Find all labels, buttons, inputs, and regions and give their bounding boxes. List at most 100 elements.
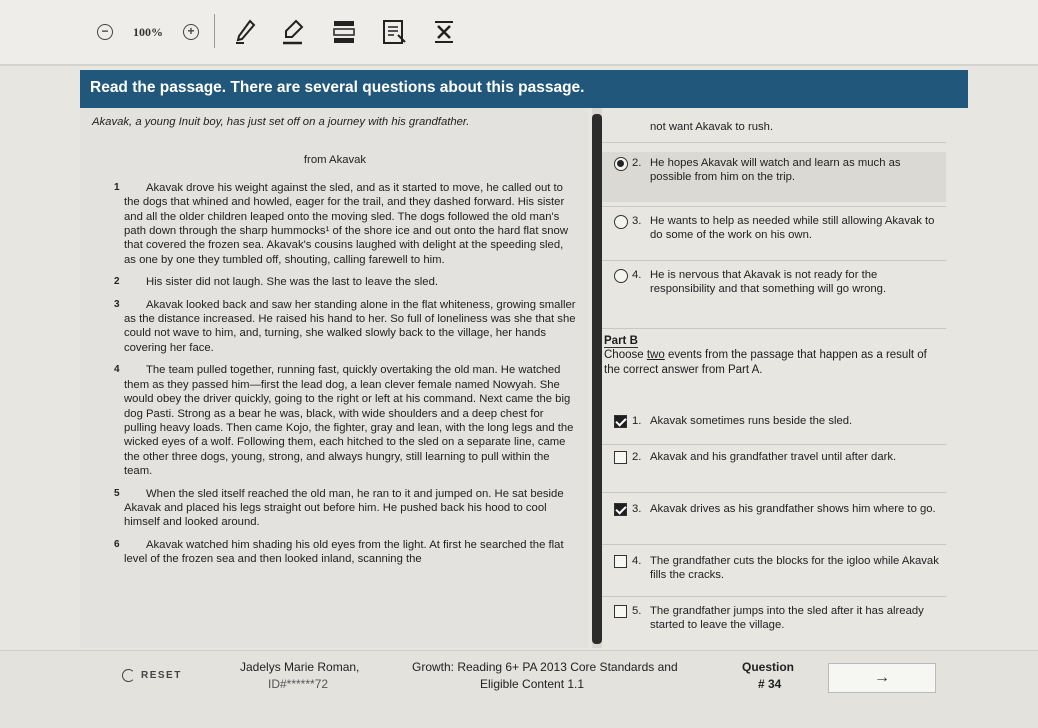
part-b-label-text: Part B [604,335,638,348]
passage-paragraph: 1 Akavak drove his weight against the sl… [92,181,578,267]
reset-icon [122,669,135,682]
plus-circle-icon: + [183,24,199,40]
checkbox[interactable] [614,605,627,618]
part-b-option-4[interactable]: 4. The grandfather cuts the blocks for t… [602,550,946,594]
part-b-prompt: Part B Choose two events from the passag… [602,334,946,377]
paragraph-number: 4 [114,364,120,376]
radio-button-selected[interactable] [614,157,628,171]
part-b-option-2[interactable]: 2. Akavak and his grandfather travel unt… [602,446,946,492]
test-screen: − 100% + Read the passage. There are sev… [0,0,1038,728]
scrollbar-thumb[interactable] [592,114,602,644]
option-divider [602,142,946,143]
part-b-option-5[interactable]: 5. The grandfather jumps into the sled a… [602,600,946,644]
option-text: The grandfather jumps into the sled afte… [650,605,924,632]
part-a-option-2[interactable]: 2. He hopes Akavak will watch and learn … [602,152,946,202]
footer-bar: RESET Jadelys Marie Roman, ID#******72 G… [0,650,1038,728]
part-b-label: Part B [604,334,946,348]
student-id: ID#******72 [268,677,329,691]
next-question-button[interactable]: → [828,663,936,693]
arrow-right-icon: → [874,669,890,686]
checkbox[interactable] [614,555,627,568]
option-number: 3. [632,503,642,515]
reset-label: RESET [141,670,182,681]
option-text: The grandfather cuts the blocks for the … [650,555,939,582]
question-number: # 34 [758,677,782,691]
option-number: 4. [632,269,642,281]
part-a-option-tail: not want Akavak to rush. [602,116,946,138]
notepad-tool-button[interactable] [376,18,412,46]
zoom-out-button[interactable]: − [94,18,116,46]
pen-icon [236,19,256,44]
answer-eliminator-button[interactable] [426,18,462,46]
paragraph-number: 5 [114,487,120,499]
paragraph-text: Akavak drove his weight against the sled… [124,181,568,266]
paragraph-text: When the sled itself reached the old man… [124,487,564,529]
option-number: 2. [632,451,642,463]
part-a-option-3[interactable]: 3. He wants to help as needed while stil… [602,210,946,260]
zoom-level-text: 100% [133,24,163,39]
question-pane[interactable]: not want Akavak to rush. 2. He hopes Aka… [602,108,968,648]
option-divider [602,596,946,597]
paragraph-number: 1 [114,181,120,193]
option-number: 2. [632,157,642,169]
passage-paragraph: 5 When the sled itself reached the old m… [92,487,578,530]
paragraph-text: His sister did not laugh. She was the la… [146,276,438,289]
option-number: 1. [632,415,642,427]
paragraph-number: 6 [114,538,120,550]
line-reader-icon [333,21,355,43]
toolbar: − 100% + [0,0,1038,66]
test-subtitle: Eligible Content 1.1 [480,677,585,691]
checkbox-checked[interactable] [614,503,627,516]
part-b-option-3[interactable]: 3. Akavak drives as his grandfather show… [602,498,946,544]
passage-paragraph: 2 His sister did not laugh. She was the … [92,275,578,289]
option-number: 3. [632,215,642,227]
paragraph-text: Akavak looked back and saw her standing … [124,298,576,354]
pen-tool-button[interactable] [228,18,264,46]
option-text: Akavak sometimes runs beside the sled. [650,415,853,427]
instructions-banner: Read the passage. There are several ques… [80,70,968,108]
zoom-in-button[interactable]: + [180,18,202,46]
paragraph-text: Akavak watched him shading his old eyes … [124,538,564,566]
option-divider [602,260,946,261]
reset-button[interactable]: RESET [122,669,182,682]
checkbox-checked[interactable] [614,415,627,428]
highlighter-tool-button[interactable] [276,18,312,46]
option-divider [602,206,946,207]
prompt-emphasis: two [646,349,665,362]
option-divider [602,328,946,329]
passage-pane[interactable]: Akavak, a young Inuit boy, has just set … [80,108,588,648]
test-name: Growth: Reading 6+ PA 2013 Core Standard… [412,660,678,674]
option-text: Akavak and his grandfather travel until … [650,451,897,463]
paragraph-number: 3 [114,298,120,310]
instructions-text: Read the passage. There are several ques… [90,79,585,96]
option-text: He hopes Akavak will watch and learn as … [650,157,901,184]
student-name: Jadelys Marie Roman, [240,660,360,674]
radio-button[interactable] [614,269,628,283]
option-number: 4. [632,555,642,567]
option-text: not want Akavak to rush. [650,121,774,133]
toolbar-divider [214,14,215,48]
option-divider [602,444,946,445]
checkbox[interactable] [614,451,627,464]
passage-paragraph: 3 Akavak looked back and saw her standin… [92,298,578,356]
passage-paragraph: 4 The team pulled together, running fast… [92,363,578,478]
line-reader-tool-button[interactable] [326,18,362,46]
passage-source-title: from Akavak [303,154,367,167]
option-divider [602,492,946,493]
prompt-text: Choose [604,349,647,362]
zoom-level: 100% [124,18,172,46]
paragraph-text: The team pulled together, running fast, … [124,364,574,478]
radio-button[interactable] [614,215,628,229]
highlighter-icon [283,19,304,45]
option-number: 5. [632,605,642,617]
part-b-option-1[interactable]: 1. Akavak sometimes runs beside the sled… [602,410,946,444]
paragraph-number: 2 [114,276,120,288]
option-text: He wants to help as needed while still a… [650,215,935,242]
part-a-option-4[interactable]: 4. He is nervous that Akavak is not read… [602,264,946,324]
question-label: Question [742,660,795,674]
option-text: He is nervous that Akavak is not ready f… [650,269,887,296]
passage-scrollbar[interactable] [592,108,602,648]
passage-paragraph: 6 Akavak watched him shading his old eye… [92,538,578,567]
option-text: Akavak drives as his grandfather shows h… [650,503,936,515]
minus-circle-icon: − [97,24,113,40]
